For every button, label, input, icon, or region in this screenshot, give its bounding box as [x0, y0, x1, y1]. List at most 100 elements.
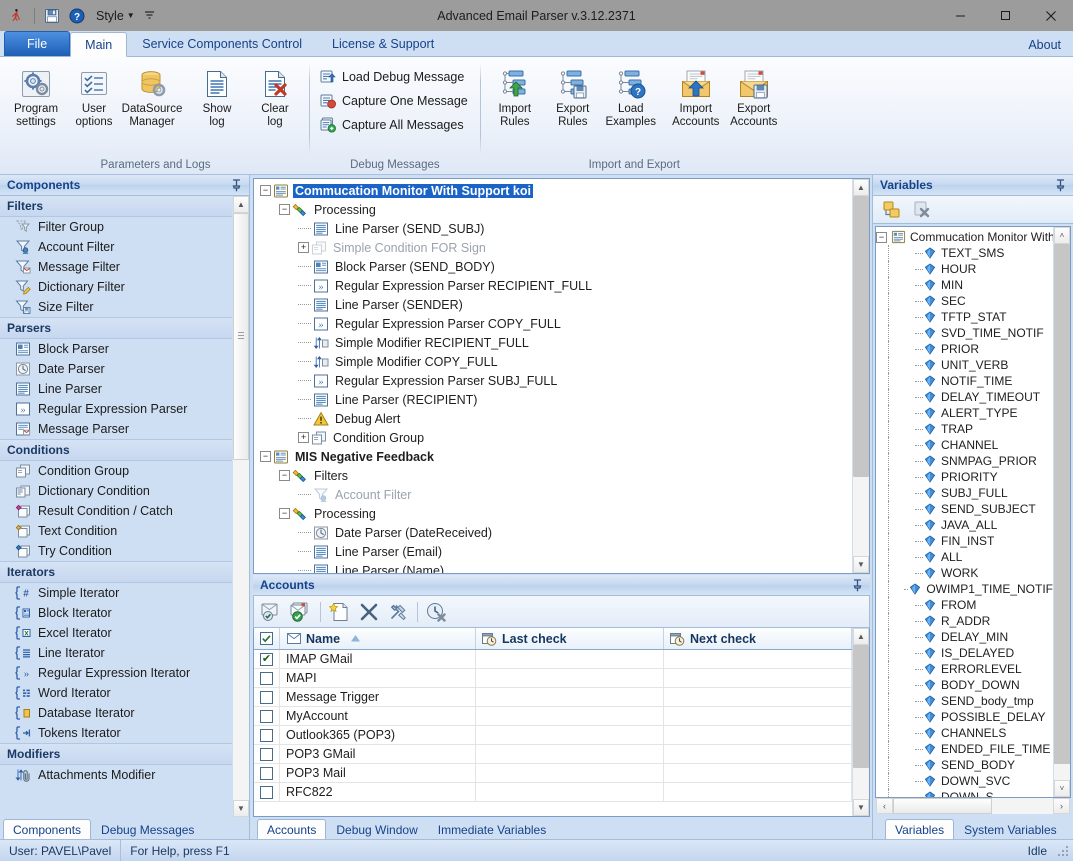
- tree-node[interactable]: − Processing: [254, 504, 852, 523]
- component-item-attachments-modifier[interactable]: Attachments Modifier: [0, 765, 232, 785]
- show-log-button[interactable]: Show log: [188, 63, 246, 129]
- new-account-icon[interactable]: [327, 599, 353, 625]
- variable-item[interactable]: PRIOR: [876, 341, 1053, 357]
- variables-hscroll-left-arrow[interactable]: ‹: [876, 798, 893, 814]
- scroll-up-arrow[interactable]: ▲: [233, 196, 249, 213]
- accounts-table-row[interactable]: ✔ IMAP GMail: [254, 650, 852, 669]
- component-item-result-condition-catch[interactable]: Result Condition / Catch: [0, 501, 232, 521]
- qat-overflow-icon[interactable]: [144, 10, 155, 21]
- variables-hscroll-thumb[interactable]: [893, 798, 993, 814]
- variables-hscrollbar[interactable]: ‹ ›: [875, 798, 1071, 815]
- rules-tree[interactable]: − Commucation Monitor With Support koi − Pr…: [254, 179, 852, 573]
- variable-item[interactable]: R_ADDR: [876, 613, 1053, 629]
- tree-node[interactable]: + Condition Group: [254, 428, 852, 447]
- tree-node[interactable]: − Filters: [254, 466, 852, 485]
- scroll-down-arrow[interactable]: ▼: [233, 800, 249, 817]
- bottom-tab-debug-messages[interactable]: Debug Messages: [91, 819, 204, 839]
- load-examples-button[interactable]: ? Load Examples: [602, 63, 660, 129]
- tree-expand-icon[interactable]: +: [298, 432, 309, 443]
- component-item-regular-expression-parser[interactable]: » Regular Expression Parser: [0, 399, 232, 419]
- variables-root-node[interactable]: − Commucation Monitor With S: [876, 229, 1053, 245]
- account-enabled-checkbox[interactable]: [254, 726, 280, 744]
- accounts-column-header[interactable]: Next check: [664, 628, 852, 649]
- variable-item[interactable]: NOTIF_TIME: [876, 373, 1053, 389]
- capture-all-messages-button[interactable]: Capture All Messages: [315, 113, 475, 137]
- scroll-track[interactable]: [233, 213, 249, 800]
- check-account-icon[interactable]: [259, 599, 285, 625]
- component-item-block-parser[interactable]: Block Parser: [0, 339, 232, 359]
- tree-collapse-icon[interactable]: −: [279, 204, 290, 215]
- accounts-scroll-down-arrow[interactable]: ▼: [853, 799, 869, 816]
- variable-item[interactable]: FIN_INST: [876, 533, 1053, 549]
- delete-variable-icon[interactable]: [909, 197, 935, 223]
- component-item-size-filter[interactable]: Size Filter: [0, 297, 232, 317]
- variables-hscroll-right-arrow[interactable]: ›: [1053, 798, 1070, 814]
- component-item-word-iterator[interactable]: Word Iterator: [0, 683, 232, 703]
- component-item-simple-iterator[interactable]: # Simple Iterator: [0, 583, 232, 603]
- component-item-filter-group[interactable]: Filter Group: [0, 217, 232, 237]
- variables-hscroll-track[interactable]: [893, 798, 1053, 814]
- variable-item[interactable]: DELAY_MIN: [876, 629, 1053, 645]
- variable-item[interactable]: SVD_TIME_NOTIF: [876, 325, 1053, 341]
- component-item-message-filter[interactable]: Message Filter: [0, 257, 232, 277]
- minimize-button[interactable]: [938, 0, 983, 31]
- component-item-try-condition[interactable]: Try Condition: [0, 541, 232, 561]
- variable-item[interactable]: PRIORITY: [876, 469, 1053, 485]
- variable-item[interactable]: DELAY_TIMEOUT: [876, 389, 1053, 405]
- bottom-tab-accounts[interactable]: Accounts: [257, 819, 327, 839]
- tree-node[interactable]: Date Parser (DateReceived): [254, 523, 852, 542]
- maximize-button[interactable]: [983, 0, 1028, 31]
- help-icon[interactable]: ?: [67, 6, 87, 26]
- tree-scroll-track[interactable]: [853, 196, 869, 556]
- bottom-tab-components[interactable]: Components: [3, 819, 92, 839]
- accounts-grid-body[interactable]: ✔ IMAP GMail MAPI Message Trigger MyAccount O…: [254, 650, 852, 816]
- tree-node[interactable]: » Regular Expression Parser RECIPIENT_FUL…: [254, 276, 852, 295]
- accounts-column-header[interactable]: [254, 628, 280, 649]
- account-enabled-checkbox[interactable]: [254, 783, 280, 801]
- variable-item[interactable]: HOUR: [876, 261, 1053, 277]
- tree-scrollbar[interactable]: ▲ ▼: [852, 179, 869, 573]
- variable-item[interactable]: ALL: [876, 549, 1053, 565]
- variables-tree[interactable]: − Commucation Monitor With S TEXT_SMS HOUR M…: [876, 227, 1053, 797]
- clear-log-button[interactable]: Clear log: [246, 63, 304, 129]
- tree-node[interactable]: » Regular Expression Parser SUBJ_FULL: [254, 371, 852, 390]
- component-item-excel-iterator[interactable]: x Excel Iterator: [0, 623, 232, 643]
- component-item-condition-group[interactable]: Condition Group: [0, 461, 232, 481]
- tree-node[interactable]: Block Parser (SEND_BODY): [254, 257, 852, 276]
- tree-node[interactable]: Simple Modifier COPY_FULL: [254, 352, 852, 371]
- account-enabled-checkbox[interactable]: [254, 688, 280, 706]
- import-accounts-button[interactable]: Import Accounts: [667, 63, 725, 129]
- variable-item[interactable]: SEC: [876, 293, 1053, 309]
- variable-item[interactable]: OWIMP1_TIME_NOTIF: [876, 581, 1053, 597]
- program-settings-button[interactable]: Program settings: [7, 63, 65, 129]
- pin-icon[interactable]: [231, 178, 245, 192]
- app-logo-icon[interactable]: [7, 6, 27, 26]
- account-enabled-checkbox[interactable]: [254, 707, 280, 725]
- variables-pin-icon[interactable]: [1055, 178, 1069, 192]
- variable-item[interactable]: SUBJ_FULL: [876, 485, 1053, 501]
- accounts-table-row[interactable]: Message Trigger: [254, 688, 852, 707]
- user-options-button[interactable]: User options: [65, 63, 123, 129]
- components-scrollbar[interactable]: ▲ ▼: [232, 196, 249, 817]
- account-enabled-checkbox[interactable]: ✔: [254, 650, 280, 668]
- variable-item[interactable]: CHANNELS: [876, 725, 1053, 741]
- accounts-column-header[interactable]: Last check: [476, 628, 664, 649]
- component-item-date-parser[interactable]: Date Parser: [0, 359, 232, 379]
- tab-main[interactable]: Main: [70, 32, 128, 57]
- tree-node[interactable]: Line Parser (SENDER): [254, 295, 852, 314]
- variable-item[interactable]: UNIT_VERB: [876, 357, 1053, 373]
- variable-item[interactable]: SEND_body_tmp: [876, 693, 1053, 709]
- tree-node[interactable]: − Commucation Monitor With Support koi: [254, 181, 852, 200]
- component-item-line-iterator[interactable]: Line Iterator: [0, 643, 232, 663]
- variables-collapse-icon[interactable]: −: [876, 231, 887, 243]
- component-item-database-iterator[interactable]: Database Iterator: [0, 703, 232, 723]
- accounts-scroll-thumb[interactable]: [853, 645, 869, 769]
- component-item-message-parser[interactable]: Message Parser: [0, 419, 232, 439]
- reset-schedule-icon[interactable]: [424, 599, 450, 625]
- tree-node[interactable]: − MIS Negative Feedback: [254, 447, 852, 466]
- component-item-regular-expression-iterator[interactable]: » Regular Expression Iterator: [0, 663, 232, 683]
- tree-expand-icon[interactable]: +: [298, 242, 309, 253]
- tree-node[interactable]: Account Filter: [254, 485, 852, 504]
- capture-one-message-button[interactable]: Capture One Message: [315, 89, 475, 113]
- close-button[interactable]: [1028, 0, 1073, 31]
